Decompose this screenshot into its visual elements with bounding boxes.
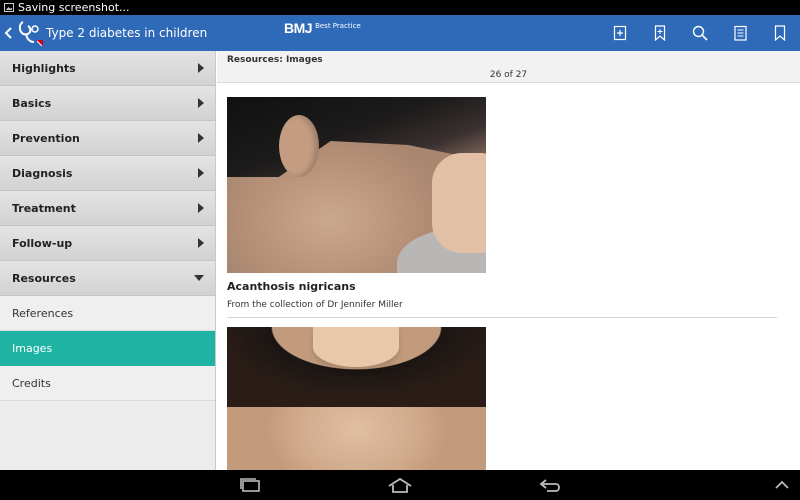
image-title: Acanthosis nigricans [227, 280, 356, 293]
back-nav-icon[interactable] [537, 476, 565, 494]
sidebar-item-diagnosis[interactable]: Diagnosis [0, 156, 215, 191]
chevron-right-icon [198, 203, 204, 213]
sidebar-item-label: Resources [12, 271, 76, 285]
screenshot-icon [4, 3, 14, 12]
chevron-right-icon [198, 63, 204, 73]
system-nav-bar [0, 470, 800, 500]
clinical-photo[interactable] [227, 97, 486, 273]
section-header: Resources: Images 26 of 27 [217, 51, 800, 83]
recent-apps-icon[interactable] [236, 476, 264, 494]
app-bar: Type 2 diabetes in children BMJ Best Pra… [0, 15, 800, 51]
sidebar: Highlights Basics Prevention Diagnosis T… [0, 51, 216, 470]
app-logo-icon[interactable] [14, 18, 44, 48]
chevron-up-icon[interactable] [770, 476, 794, 494]
add-bookmark-icon [654, 25, 666, 41]
bookmarks-button[interactable] [760, 15, 800, 51]
sidebar-item-label: Basics [12, 96, 52, 110]
chevron-down-icon [194, 275, 204, 281]
brand-subtitle: Best Practice [315, 22, 361, 30]
image-pager: 26 of 27 [489, 70, 528, 80]
image-card[interactable]: Acanthosis nigricans From the collection… [227, 97, 486, 310]
content-area: Highlights Basics Prevention Diagnosis T… [0, 51, 800, 470]
back-icon[interactable] [2, 27, 14, 39]
chevron-right-icon [198, 238, 204, 248]
sidebar-item-resources[interactable]: Resources [0, 261, 215, 296]
sidebar-item-basics[interactable]: Basics [0, 86, 215, 121]
chevron-right-icon [198, 98, 204, 108]
clinical-photo[interactable] [227, 327, 486, 470]
toolbar [600, 15, 800, 51]
image-credit: From the collection of Dr Jennifer Mille… [227, 300, 403, 310]
search-button[interactable] [680, 15, 720, 51]
chevron-right-icon [198, 133, 204, 143]
image-card[interactable] [227, 327, 486, 470]
notes-button[interactable] [720, 15, 760, 51]
add-note-button[interactable] [600, 15, 640, 51]
sidebar-subitem-references[interactable]: References [0, 296, 215, 331]
bmj-logo: BMJ Best Practice [284, 20, 361, 36]
notes-icon [733, 25, 747, 41]
brand-name: BMJ [284, 20, 313, 36]
page-title: Type 2 diabetes in children [46, 26, 208, 40]
chevron-right-icon [198, 168, 204, 178]
sidebar-item-prevention[interactable]: Prevention [0, 121, 215, 156]
status-bar: Saving screenshot... [0, 0, 800, 15]
sidebar-item-label: Treatment [12, 201, 76, 215]
main-panel[interactable]: Resources: Images 26 of 27 Acanthosis ni… [217, 51, 800, 470]
sidebar-subitem-credits[interactable]: Credits [0, 366, 215, 401]
sidebar-item-highlights[interactable]: Highlights [0, 51, 215, 86]
sidebar-item-follow-up[interactable]: Follow-up [0, 226, 215, 261]
add-bookmark-button[interactable] [640, 15, 680, 51]
sidebar-item-label: Diagnosis [12, 166, 73, 180]
sidebar-item-label: Prevention [12, 131, 80, 145]
bookmark-icon [774, 25, 786, 41]
sidebar-item-label: Follow-up [12, 236, 73, 250]
sidebar-subitem-images[interactable]: Images [0, 331, 215, 366]
sidebar-item-label: Highlights [12, 61, 76, 75]
breadcrumb: Resources: Images [227, 55, 323, 65]
home-icon[interactable] [385, 476, 415, 494]
search-icon [692, 25, 708, 41]
divider [227, 317, 777, 318]
sidebar-item-treatment[interactable]: Treatment [0, 191, 215, 226]
add-note-icon [613, 25, 627, 41]
status-text: Saving screenshot... [18, 1, 130, 14]
